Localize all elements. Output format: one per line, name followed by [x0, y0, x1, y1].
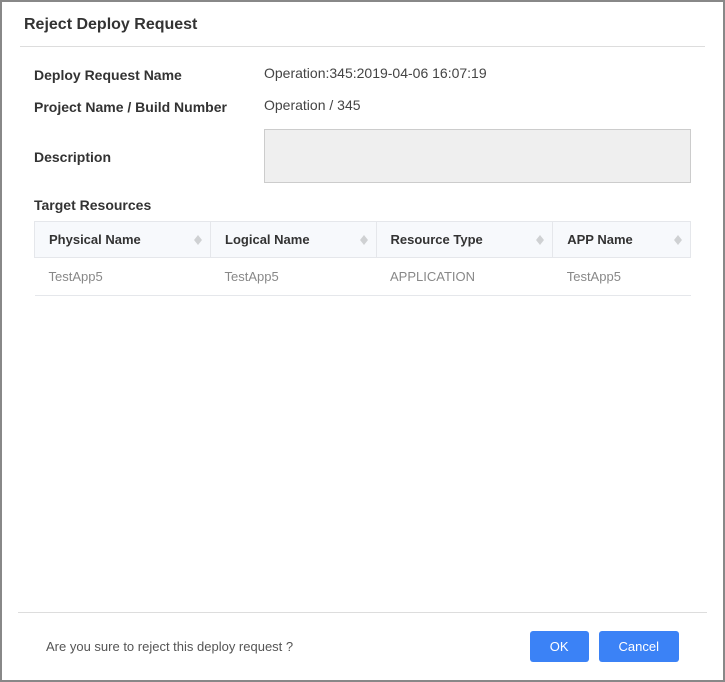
project-value: Operation / 345: [264, 97, 691, 113]
description-input[interactable]: [264, 129, 691, 183]
column-logical-name-label: Logical Name: [225, 232, 310, 247]
table-row: TestApp5 TestApp5 APPLICATION TestApp5: [35, 258, 691, 296]
ok-button[interactable]: OK: [530, 631, 589, 662]
cell-app-name: TestApp5: [553, 258, 691, 296]
footer-divider: [18, 612, 707, 613]
project-label: Project Name / Build Number: [34, 97, 264, 115]
column-resource-type[interactable]: Resource Type: [376, 222, 553, 258]
deploy-request-name-value: Operation:345:2019-04-06 16:07:19: [264, 65, 691, 81]
cancel-button[interactable]: Cancel: [599, 631, 679, 662]
modal-header: Reject Deploy Request: [2, 2, 723, 46]
description-row: Description: [34, 129, 691, 183]
footer-buttons: OK Cancel: [530, 631, 679, 662]
modal-title: Reject Deploy Request: [24, 16, 701, 34]
sort-icon[interactable]: [194, 235, 202, 245]
column-logical-name[interactable]: Logical Name: [211, 222, 376, 258]
deploy-request-name-row: Deploy Request Name Operation:345:2019-0…: [34, 65, 691, 83]
modal-body: Deploy Request Name Operation:345:2019-0…: [2, 47, 723, 296]
project-row: Project Name / Build Number Operation / …: [34, 97, 691, 115]
column-physical-name-label: Physical Name: [49, 232, 141, 247]
table-header-row: Physical Name Logical Name Resource Type: [35, 222, 691, 258]
deploy-request-name-label: Deploy Request Name: [34, 65, 264, 83]
modal-footer: Are you sure to reject this deploy reque…: [2, 612, 723, 680]
sort-icon[interactable]: [674, 235, 682, 245]
column-app-name[interactable]: APP Name: [553, 222, 691, 258]
description-label: Description: [34, 147, 264, 165]
cell-physical-name: TestApp5: [35, 258, 211, 296]
confirm-text: Are you sure to reject this deploy reque…: [46, 639, 293, 654]
column-app-name-label: APP Name: [567, 232, 633, 247]
cell-resource-type: APPLICATION: [376, 258, 553, 296]
target-resources-title: Target Resources: [34, 197, 691, 213]
sort-icon[interactable]: [536, 235, 544, 245]
footer-content: Are you sure to reject this deploy reque…: [18, 631, 707, 662]
cell-logical-name: TestApp5: [211, 258, 376, 296]
sort-icon[interactable]: [360, 235, 368, 245]
column-physical-name[interactable]: Physical Name: [35, 222, 211, 258]
target-resources-table: Physical Name Logical Name Resource Type: [34, 221, 691, 296]
column-resource-type-label: Resource Type: [391, 232, 483, 247]
